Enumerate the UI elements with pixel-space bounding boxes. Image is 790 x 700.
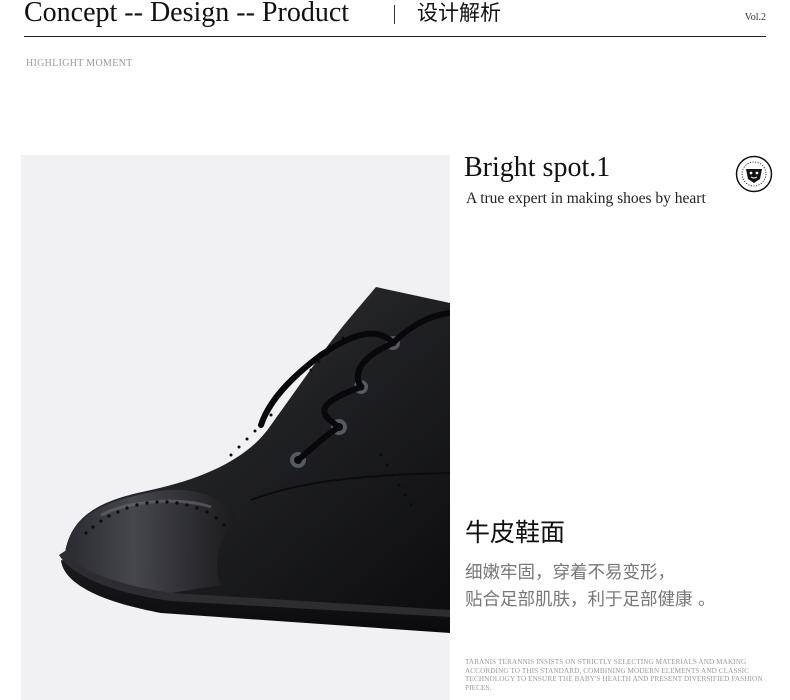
lion-emblem-icon bbox=[735, 155, 773, 193]
header-title-cn: 设计解析 bbox=[417, 1, 501, 25]
product-photo bbox=[21, 155, 450, 700]
feature-title: 牛皮鞋面 bbox=[465, 518, 566, 547]
spot-subtitle: A true expert in making shoes by heart bbox=[466, 190, 706, 207]
spot-title: Bright spot.1 bbox=[464, 152, 611, 183]
page-header: Concept -- Design -- Product 设计解析 Vol.2 bbox=[24, 0, 766, 37]
volume-label: Vol.2 bbox=[744, 12, 766, 23]
feature-description: 细嫩牢固，穿着不易变形， 贴合足部肌肤，利于足部健康 。 bbox=[465, 560, 775, 614]
header-title: Concept -- Design -- Product bbox=[24, 0, 350, 28]
feature-description-line-2: 贴合足部肌肤，利于足部健康 。 bbox=[465, 590, 716, 610]
brand-statement: TARANIS TERANNIS INSISTS ON STRICTLY SEL… bbox=[465, 658, 763, 692]
boot-illustration bbox=[59, 287, 450, 633]
header-divider bbox=[394, 5, 395, 24]
feature-description-line-1: 细嫩牢固，穿着不易变形， bbox=[465, 563, 675, 583]
section-label: HIGHLIGHT MOMENT bbox=[26, 58, 133, 69]
